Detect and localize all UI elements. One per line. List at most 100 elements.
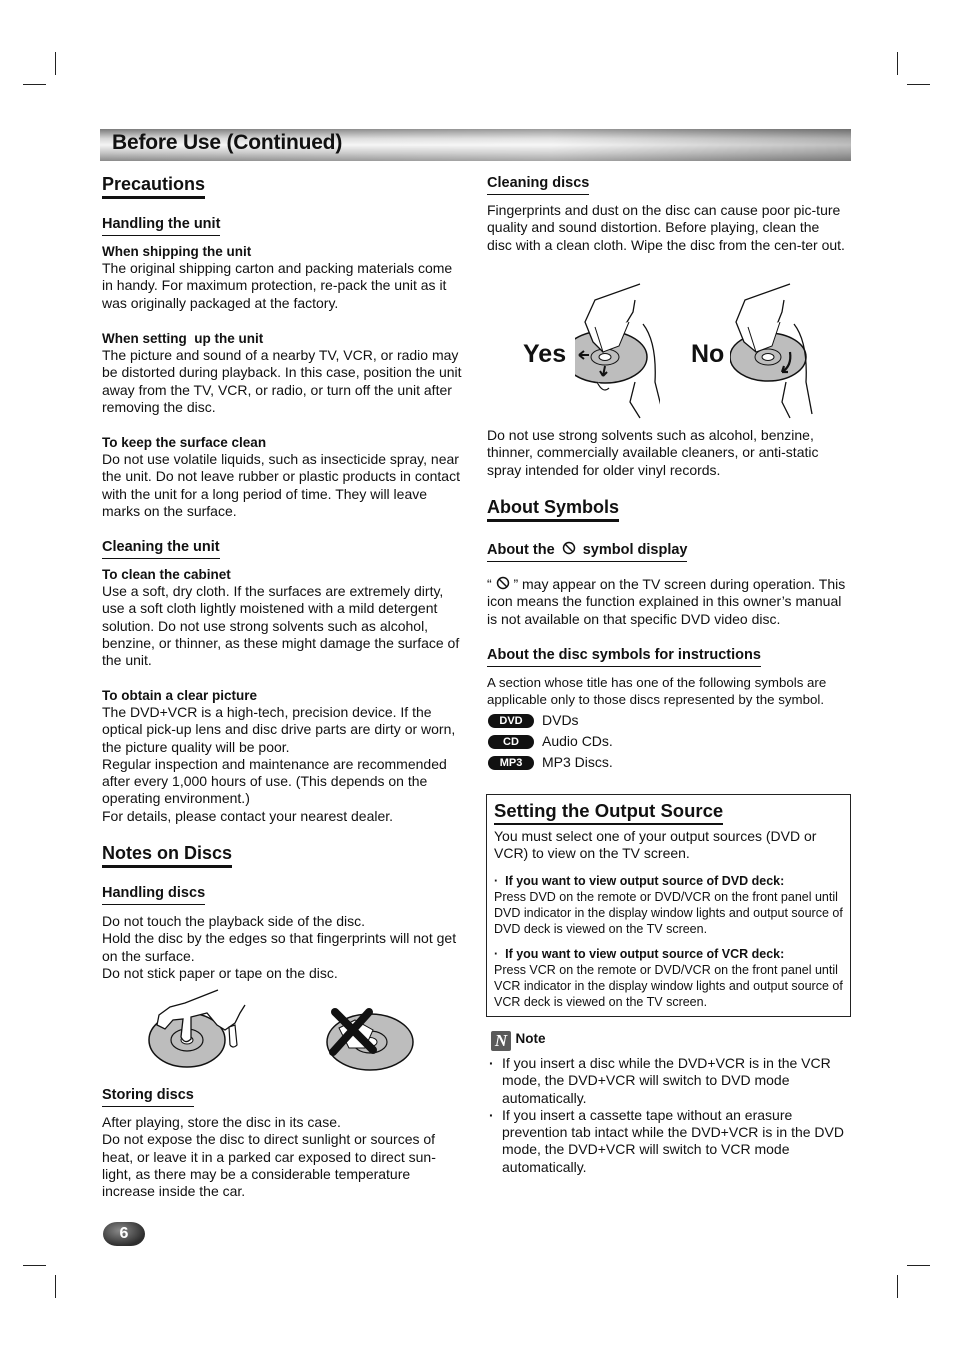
shipping-heading: When shipping the unit <box>102 244 252 259</box>
prohibited-icon <box>562 541 575 555</box>
crop-mark <box>897 1275 898 1298</box>
cleaning-discs-text: Fingerprints and dust on the disc can ca… <box>487 202 845 253</box>
clear-picture-text: The DVD+VCR is a high-tech, precision de… <box>102 704 456 755</box>
output-source-heading-wrap: Setting the Output Source <box>494 800 724 825</box>
cleaning-unit-heading-wrap: Cleaning the unit <box>102 538 220 559</box>
symbol-display-description: ” may appear on the TV screen during ope… <box>487 576 846 627</box>
handling-discs-line: Do not touch the playback side of the di… <box>102 913 366 929</box>
cabinet-heading: To clean the cabinet <box>102 567 231 582</box>
shipping-text: The original shipping carton and packing… <box>102 260 453 311</box>
precautions-heading: Precautions <box>102 173 206 199</box>
crop-mark <box>907 84 930 85</box>
output-source-box: Setting the Output Source You must selec… <box>486 794 851 1017</box>
page-title: Before Use (Continued) <box>112 131 343 154</box>
setting-up-block: When setting up the unit The picture and… <box>102 330 464 416</box>
yes-label: Yes <box>523 340 567 368</box>
section-banner: Before Use (Continued) <box>100 129 851 161</box>
cleaning-unit-heading: Cleaning the unit <box>102 538 220 559</box>
disc-symbols-heading-wrap: About the disc symbols for instructions <box>487 646 761 667</box>
about-symbols-heading-wrap: About Symbols <box>487 496 620 522</box>
disc-symbols-heading: About the disc symbols for instructions <box>487 646 761 667</box>
surface-clean-text: Do not use volatile liquids, such as ins… <box>102 451 460 519</box>
dvd-badge: DVD <box>488 714 534 729</box>
note-icon: N <box>491 1031 511 1051</box>
crop-mark <box>55 52 56 75</box>
shipping-block: When shipping the unit The original ship… <box>102 243 462 312</box>
storing-discs-heading: Storing discs <box>102 1086 194 1107</box>
storing-discs-line: After playing, store the disc in its cas… <box>102 1114 341 1130</box>
dvd-deck-text: Press DVD on the remote or DVD/VCR on th… <box>494 890 843 936</box>
mp3-badge: MP3 <box>488 756 534 771</box>
symbol-display-heading: About the symbol display <box>487 541 688 562</box>
precautions-heading-wrap: Precautions <box>102 173 206 199</box>
handling-discs-line: Hold the disc by the edges so that finge… <box>102 930 457 964</box>
about-symbols-heading: About Symbols <box>487 496 620 522</box>
cabinet-text: Use a soft, dry cloth. If the surfaces a… <box>102 583 460 669</box>
output-source-heading: Setting the Output Source <box>494 800 724 825</box>
dvd-deck-block: · If you want to view output source of D… <box>494 873 844 937</box>
vcr-deck-heading-text: If you want to view output source of VCR… <box>505 947 785 961</box>
disc-symbol-label: Audio CDs. <box>542 733 613 749</box>
note-item: If you insert a disc while the DVD+VCR i… <box>487 1055 849 1107</box>
handling-unit-heading: Handling the unit <box>102 215 221 236</box>
disc-symbol-item: DVD DVDs <box>488 710 613 731</box>
note-title: Note <box>515 1031 546 1046</box>
handling-discs-heading: Handling discs <box>102 884 206 905</box>
vcr-deck-text: Press VCR on the remote or DVD/VCR on th… <box>494 963 843 1009</box>
handling-discs-heading-wrap: Handling discs <box>102 884 206 905</box>
note-list: If you insert a disc while the DVD+VCR i… <box>487 1055 849 1176</box>
storing-discs-line: Do not expose the disc to direct sunligh… <box>102 1131 436 1200</box>
storing-discs-heading-wrap: Storing discs <box>102 1086 194 1107</box>
disc-symbol-list: DVD DVDs CD Audio CDs. MP3 MP3 Discs. <box>488 710 613 773</box>
dvd-deck-heading-text: If you want to view output source of DVD… <box>505 874 785 888</box>
cd-badge: CD <box>488 735 534 750</box>
clear-picture-block: To obtain a clear picture The DVD+VCR is… <box>102 687 464 825</box>
vcr-deck-block: · If you want to view output source of V… <box>494 946 844 1010</box>
clear-picture-text-3: For details, please contact your nearest… <box>102 807 394 824</box>
note-list-wrap: If you insert a disc while the DVD+VCR i… <box>487 1055 849 1176</box>
hold-disc-illustration <box>148 989 246 1068</box>
surface-clean-block: To keep the surface clean Do not use vol… <box>102 434 464 520</box>
notes-on-discs-heading-wrap: Notes on Discs <box>102 842 233 868</box>
symbol-display-heading-after: symbol display <box>582 542 688 558</box>
symbol-display-heading-before: About the <box>487 542 555 558</box>
crop-mark <box>897 52 898 75</box>
disc-symbols-text: A section whose title has one of the fol… <box>487 675 827 707</box>
cabinet-block: To clean the cabinet Use a soft, dry clo… <box>102 566 464 669</box>
output-source-intro-wrap: You must select one of your output sourc… <box>494 828 839 863</box>
solvent-warning-wrap: Do not use strong solvents such as alcoh… <box>487 427 845 479</box>
vcr-deck-heading: · If you want to view output source of V… <box>494 947 785 961</box>
symbol-display-text: “ ” may appear on the TV screen during o… <box>487 576 849 628</box>
page-number-badge: 6 <box>103 1222 145 1246</box>
setting-up-text: The picture and sound of a nearby TV, VC… <box>102 347 462 415</box>
surface-clean-heading: To keep the surface clean <box>102 435 267 450</box>
crop-mark <box>23 84 46 85</box>
handling-unit-heading-wrap: Handling the unit <box>102 215 221 236</box>
disc-symbols-text-wrap: A section whose title has one of the fol… <box>487 674 849 708</box>
cleaning-discs-text-wrap: Fingerprints and dust on the disc can ca… <box>487 202 845 254</box>
cleaning-discs-heading: Cleaning discs <box>487 174 590 195</box>
disc-symbol-item: MP3 MP3 Discs. <box>488 752 613 773</box>
output-source-intro: You must select one of your output sourc… <box>494 828 817 862</box>
symbol-display-text-wrap: “ ” may appear on the TV screen during o… <box>487 576 849 628</box>
notes-on-discs-heading: Notes on Discs <box>102 842 233 868</box>
crop-mark <box>55 1275 56 1298</box>
handling-discs-text: Do not touch the playback side of the di… <box>102 913 464 982</box>
storing-discs-text: After playing, store the disc in its cas… <box>102 1114 464 1200</box>
setting-up-heading: When setting up the unit <box>102 331 264 346</box>
clear-picture-heading: To obtain a clear picture <box>102 688 258 703</box>
prohibited-icon <box>496 576 509 590</box>
wipe-correct-illustration <box>575 283 660 419</box>
note-heading: N Note <box>491 1030 545 1051</box>
cleaning-discs-heading-wrap: Cleaning discs <box>487 174 590 195</box>
crop-mark <box>907 1265 930 1266</box>
no-label: No <box>691 340 725 368</box>
quote-open: “ <box>487 576 492 592</box>
crop-mark <box>23 1265 46 1266</box>
wipe-incorrect-illustration <box>730 283 813 419</box>
symbol-display-heading-wrap: About the symbol display <box>487 541 688 562</box>
clear-picture-text-2: Regular inspection and maintenance are r… <box>102 755 447 807</box>
dvd-deck-heading: · If you want to view output source of D… <box>494 874 785 888</box>
solvent-warning-text: Do not use strong solvents such as alcoh… <box>487 427 819 478</box>
disc-symbol-item: CD Audio CDs. <box>488 731 613 752</box>
